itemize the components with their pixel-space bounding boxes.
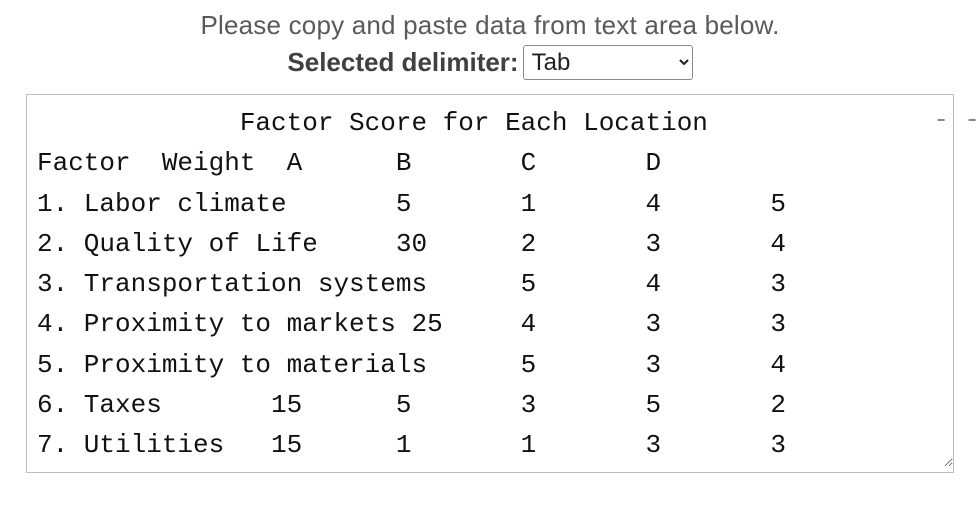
instruction-text: Please copy and paste data from text are… — [20, 10, 960, 41]
right-edge-dashes: - - — [933, 105, 980, 136]
delimiter-label: Selected delimiter: — [287, 47, 518, 78]
delimiter-row: Selected delimiter: Tab — [20, 45, 960, 80]
delimiter-select[interactable]: Tab — [523, 45, 693, 80]
data-textarea[interactable] — [27, 95, 953, 467]
textarea-wrapper — [26, 94, 954, 473]
data-import-panel: Please copy and paste data from text are… — [0, 0, 980, 483]
